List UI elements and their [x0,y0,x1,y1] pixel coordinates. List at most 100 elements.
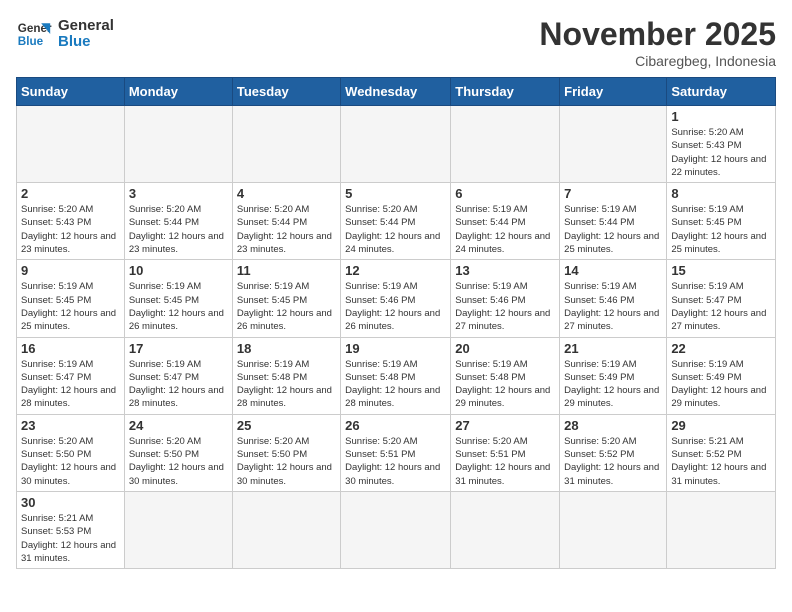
day-info: Sunrise: 5:19 AM Sunset: 5:45 PM Dayligh… [129,280,228,333]
day-info: Sunrise: 5:19 AM Sunset: 5:46 PM Dayligh… [345,280,446,333]
calendar-day-cell [341,106,451,183]
day-info: Sunrise: 5:19 AM Sunset: 5:45 PM Dayligh… [237,280,336,333]
calendar-day-cell: 12Sunrise: 5:19 AM Sunset: 5:46 PM Dayli… [341,260,451,337]
day-info: Sunrise: 5:19 AM Sunset: 5:45 PM Dayligh… [671,203,771,256]
weekday-header: Friday [560,78,667,106]
month-title: November 2025 [539,16,776,53]
day-info: Sunrise: 5:19 AM Sunset: 5:46 PM Dayligh… [564,280,662,333]
day-info: Sunrise: 5:20 AM Sunset: 5:50 PM Dayligh… [21,435,120,488]
calendar-day-cell: 13Sunrise: 5:19 AM Sunset: 5:46 PM Dayli… [451,260,560,337]
day-info: Sunrise: 5:21 AM Sunset: 5:53 PM Dayligh… [21,512,120,565]
calendar-day-cell: 23Sunrise: 5:20 AM Sunset: 5:50 PM Dayli… [17,414,125,491]
day-info: Sunrise: 5:20 AM Sunset: 5:52 PM Dayligh… [564,435,662,488]
day-info: Sunrise: 5:20 AM Sunset: 5:43 PM Dayligh… [671,126,771,179]
day-number: 16 [21,341,120,356]
day-number: 11 [237,263,336,278]
calendar-day-cell: 9 Sunrise: 5:19 AM Sunset: 5:45 PM Daylig… [17,260,125,337]
day-number: 6 [455,186,555,201]
calendar-day-cell: 8 Sunrise: 5:19 AM Sunset: 5:45 PM Daylig… [667,183,776,260]
calendar-day-cell: 3 Sunrise: 5:20 AM Sunset: 5:44 PM Daylig… [124,183,232,260]
calendar-week-row: 30Sunrise: 5:21 AM Sunset: 5:53 PM Dayli… [17,491,776,568]
calendar-day-cell: 28 Sunrise: 5:20 AM Sunset: 5:52 PM Dayli… [560,414,667,491]
day-info: Sunrise: 5:19 AM Sunset: 5:44 PM Dayligh… [564,203,662,256]
calendar-day-cell: 11 Sunrise: 5:19 AM Sunset: 5:45 PM Dayli… [232,260,340,337]
day-info: Sunrise: 5:20 AM Sunset: 5:51 PM Dayligh… [455,435,555,488]
day-number: 8 [671,186,771,201]
day-info: Sunrise: 5:19 AM Sunset: 5:49 PM Dayligh… [671,358,771,411]
day-number: 25 [237,418,336,433]
day-number: 20 [455,341,555,356]
day-info: Sunrise: 5:20 AM Sunset: 5:44 PM Dayligh… [129,203,228,256]
calendar-day-cell [451,491,560,568]
logo-icon: General Blue [16,16,52,52]
calendar-day-cell [560,106,667,183]
day-info: Sunrise: 5:19 AM Sunset: 5:49 PM Dayligh… [564,358,662,411]
weekday-header: Sunday [17,78,125,106]
calendar-day-cell: 20 Sunrise: 5:19 AM Sunset: 5:48 PM Dayli… [451,337,560,414]
calendar-day-cell [560,491,667,568]
logo-blue-text: Blue [58,34,114,51]
day-info: Sunrise: 5:20 AM Sunset: 5:50 PM Dayligh… [237,435,336,488]
day-info: Sunrise: 5:19 AM Sunset: 5:48 PM Dayligh… [455,358,555,411]
day-number: 10 [129,263,228,278]
day-info: Sunrise: 5:20 AM Sunset: 5:44 PM Dayligh… [345,203,446,256]
calendar-day-cell: 29 Sunrise: 5:21 AM Sunset: 5:52 PM Dayli… [667,414,776,491]
calendar-day-cell: 17Sunrise: 5:19 AM Sunset: 5:47 PM Dayli… [124,337,232,414]
calendar-day-cell: 1 Sunrise: 5:20 AM Sunset: 5:43 PM Daylig… [667,106,776,183]
calendar-day-cell [667,491,776,568]
weekday-header: Monday [124,78,232,106]
calendar-day-cell: 25 Sunrise: 5:20 AM Sunset: 5:50 PM Dayli… [232,414,340,491]
calendar-day-cell: 19Sunrise: 5:19 AM Sunset: 5:48 PM Dayli… [341,337,451,414]
day-number: 1 [671,109,771,124]
day-number: 15 [671,263,771,278]
calendar-day-cell [451,106,560,183]
day-info: Sunrise: 5:20 AM Sunset: 5:44 PM Dayligh… [237,203,336,256]
weekday-header: Saturday [667,78,776,106]
day-info: Sunrise: 5:21 AM Sunset: 5:52 PM Dayligh… [671,435,771,488]
calendar-day-cell: 18 Sunrise: 5:19 AM Sunset: 5:48 PM Dayli… [232,337,340,414]
day-number: 18 [237,341,336,356]
calendar-day-cell [232,106,340,183]
day-number: 2 [21,186,120,201]
calendar-week-row: 16Sunrise: 5:19 AM Sunset: 5:47 PM Dayli… [17,337,776,414]
calendar-day-cell: 22 Sunrise: 5:19 AM Sunset: 5:49 PM Dayli… [667,337,776,414]
day-number: 29 [671,418,771,433]
day-number: 27 [455,418,555,433]
calendar-day-cell: 26Sunrise: 5:20 AM Sunset: 5:51 PM Dayli… [341,414,451,491]
day-number: 22 [671,341,771,356]
day-number: 5 [345,186,446,201]
calendar-day-cell [341,491,451,568]
calendar-day-cell [232,491,340,568]
calendar-day-cell: 2 Sunrise: 5:20 AM Sunset: 5:43 PM Daylig… [17,183,125,260]
weekday-header: Wednesday [341,78,451,106]
day-number: 14 [564,263,662,278]
svg-text:Blue: Blue [18,35,44,48]
day-number: 9 [21,263,120,278]
day-number: 7 [564,186,662,201]
day-info: Sunrise: 5:20 AM Sunset: 5:51 PM Dayligh… [345,435,446,488]
calendar-header-row: SundayMondayTuesdayWednesdayThursdayFrid… [17,78,776,106]
calendar-day-cell [124,106,232,183]
page-header: General Blue General Blue November 2025 … [16,16,776,69]
day-number: 24 [129,418,228,433]
calendar-day-cell [124,491,232,568]
day-info: Sunrise: 5:19 AM Sunset: 5:48 PM Dayligh… [237,358,336,411]
calendar-day-cell: 14 Sunrise: 5:19 AM Sunset: 5:46 PM Dayli… [560,260,667,337]
calendar-week-row: 1 Sunrise: 5:20 AM Sunset: 5:43 PM Daylig… [17,106,776,183]
day-info: Sunrise: 5:19 AM Sunset: 5:47 PM Dayligh… [671,280,771,333]
day-info: Sunrise: 5:20 AM Sunset: 5:43 PM Dayligh… [21,203,120,256]
day-info: Sunrise: 5:20 AM Sunset: 5:50 PM Dayligh… [129,435,228,488]
calendar-day-cell: 5 Sunrise: 5:20 AM Sunset: 5:44 PM Daylig… [341,183,451,260]
logo-general-text: General [58,18,114,35]
day-number: 28 [564,418,662,433]
logo: General Blue General Blue [16,16,114,52]
day-number: 17 [129,341,228,356]
calendar-day-cell: 6 Sunrise: 5:19 AM Sunset: 5:44 PM Daylig… [451,183,560,260]
day-number: 3 [129,186,228,201]
calendar-day-cell: 16Sunrise: 5:19 AM Sunset: 5:47 PM Dayli… [17,337,125,414]
calendar-day-cell: 7 Sunrise: 5:19 AM Sunset: 5:44 PM Daylig… [560,183,667,260]
day-info: Sunrise: 5:19 AM Sunset: 5:45 PM Dayligh… [21,280,120,333]
day-number: 21 [564,341,662,356]
day-info: Sunrise: 5:19 AM Sunset: 5:44 PM Dayligh… [455,203,555,256]
day-info: Sunrise: 5:19 AM Sunset: 5:46 PM Dayligh… [455,280,555,333]
